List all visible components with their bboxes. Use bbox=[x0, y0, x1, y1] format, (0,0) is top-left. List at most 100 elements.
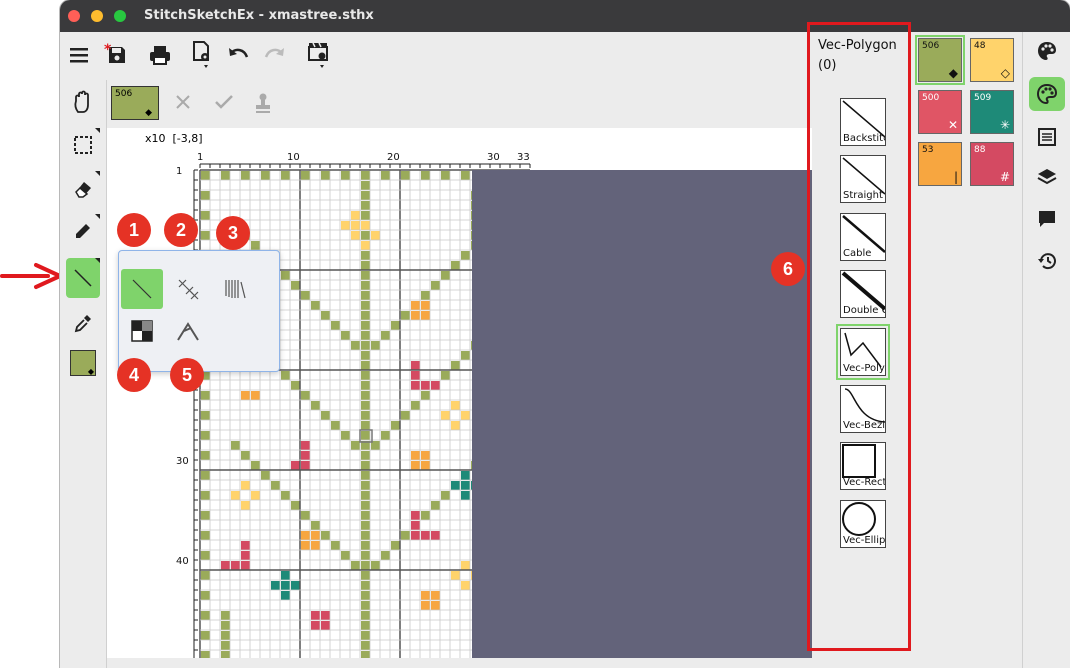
left-tick-label: 40 bbox=[176, 556, 189, 567]
stitch-cell bbox=[361, 231, 370, 240]
top-tick-label: 1 bbox=[197, 152, 203, 163]
current-color-chip[interactable]: 506 ◆ bbox=[111, 86, 159, 120]
layers-icon[interactable] bbox=[1029, 160, 1065, 194]
color-swatch-88[interactable]: 88 # bbox=[970, 142, 1014, 186]
zoom-window-button[interactable] bbox=[114, 10, 126, 22]
stitch-cell bbox=[431, 281, 440, 290]
menu-icon[interactable] bbox=[64, 40, 94, 70]
submenu-indicator-icon bbox=[95, 258, 100, 263]
eraser-tool-icon[interactable] bbox=[66, 171, 100, 205]
callout-badge-4: 4 bbox=[117, 358, 151, 392]
stitch-cell bbox=[221, 621, 230, 630]
stitch-cell bbox=[361, 521, 370, 530]
stitch-cell bbox=[411, 301, 420, 310]
stitch-cell bbox=[361, 211, 370, 220]
stitch-cell bbox=[461, 351, 470, 360]
cross-stitch-line-tool-icon[interactable] bbox=[167, 269, 209, 309]
file-settings-icon[interactable] bbox=[188, 40, 218, 70]
stitch-cell bbox=[361, 581, 370, 590]
list-icon[interactable] bbox=[1029, 120, 1065, 154]
stitch-cell bbox=[201, 491, 210, 500]
stamp-icon[interactable] bbox=[253, 92, 273, 118]
line-tool-icon[interactable] bbox=[66, 258, 100, 298]
checker-fill-tool-icon[interactable] bbox=[121, 311, 163, 351]
stitch-cell bbox=[401, 411, 410, 420]
confirm-icon[interactable] bbox=[213, 92, 235, 116]
cancel-icon[interactable] bbox=[173, 92, 193, 116]
stitch-cell bbox=[361, 631, 370, 640]
save-icon[interactable]: * bbox=[102, 40, 132, 70]
stitch-cell bbox=[311, 541, 320, 550]
stitch-cell bbox=[301, 171, 310, 180]
stitch-cell bbox=[381, 431, 390, 440]
stitch-cell bbox=[231, 441, 240, 450]
stitch-cell bbox=[361, 361, 370, 370]
stitch-cell bbox=[221, 171, 230, 180]
history-icon[interactable] bbox=[1029, 244, 1065, 278]
color-swatch-53[interactable]: 53 | bbox=[918, 142, 962, 186]
close-window-button[interactable] bbox=[68, 10, 80, 22]
stitch-cell bbox=[371, 231, 380, 240]
stitch-cell bbox=[421, 461, 430, 470]
stitch-cell bbox=[361, 431, 370, 440]
palette-outline-icon[interactable] bbox=[1029, 77, 1065, 111]
stitch-cell bbox=[241, 391, 250, 400]
main-toolbar: * bbox=[60, 32, 810, 81]
color-swatch-48[interactable]: 48 ◇ bbox=[970, 38, 1014, 82]
stitch-cell bbox=[411, 451, 420, 460]
stitch-cell bbox=[351, 561, 360, 570]
stitch-cell bbox=[361, 311, 370, 320]
stitch-cell bbox=[361, 561, 370, 570]
swatch-number: 500 bbox=[922, 93, 940, 103]
current-color-number: 506 bbox=[115, 89, 133, 99]
print-icon[interactable] bbox=[145, 40, 175, 70]
stitch-cell bbox=[421, 451, 430, 460]
branch-line-tool-icon[interactable] bbox=[167, 311, 209, 351]
stitch-cell bbox=[421, 531, 430, 540]
satin-line-tool-icon[interactable] bbox=[213, 269, 255, 309]
stitch-cell bbox=[291, 461, 300, 470]
redo-icon[interactable] bbox=[260, 40, 290, 70]
top-tick-label: 20 bbox=[387, 152, 400, 163]
stitch-cell bbox=[361, 221, 370, 230]
stitch-cell bbox=[461, 251, 470, 260]
stitch-cell bbox=[351, 221, 360, 230]
left-tick-label: 1 bbox=[176, 166, 182, 177]
straight-line-tool-icon[interactable] bbox=[121, 269, 163, 309]
color-swatch-506[interactable]: 506 ◆ bbox=[915, 35, 965, 85]
stitch-cell bbox=[241, 541, 250, 550]
current-color-swatch[interactable]: ◆ bbox=[66, 346, 100, 380]
pencil-tool-icon[interactable] bbox=[66, 214, 100, 248]
stitch-cell bbox=[261, 171, 270, 180]
stitch-cell bbox=[201, 531, 210, 540]
stitch-cell bbox=[451, 401, 460, 410]
palette-icon[interactable] bbox=[1029, 34, 1065, 68]
undo-icon[interactable] bbox=[223, 40, 253, 70]
movie-settings-icon[interactable] bbox=[304, 40, 334, 70]
stitch-cell bbox=[201, 391, 210, 400]
stitch-cell bbox=[361, 321, 370, 330]
comment-icon[interactable] bbox=[1029, 202, 1065, 236]
hand-tool-icon[interactable] bbox=[66, 85, 100, 119]
stitch-cell bbox=[421, 291, 430, 300]
stitch-cell bbox=[381, 551, 390, 560]
select-tool-icon[interactable] bbox=[66, 128, 100, 162]
minimize-window-button[interactable] bbox=[91, 10, 103, 22]
stitch-cell bbox=[311, 531, 320, 540]
title-bar: StitchSketchEx - xmastree.sthx bbox=[60, 0, 1070, 32]
stitch-cell bbox=[321, 611, 330, 620]
stitch-cell bbox=[311, 301, 320, 310]
stitch-cell bbox=[411, 381, 420, 390]
stitch-cell bbox=[361, 281, 370, 290]
stitch-cell bbox=[431, 501, 440, 510]
color-swatch-500[interactable]: 500 ✕ bbox=[918, 90, 962, 134]
stitch-cell bbox=[361, 291, 370, 300]
stitch-cell bbox=[201, 191, 210, 200]
stitch-cell bbox=[361, 301, 370, 310]
swatch-symbol: # bbox=[999, 170, 1010, 184]
color-swatch-509[interactable]: 509 ✳ bbox=[970, 90, 1014, 134]
stitch-cell bbox=[361, 531, 370, 540]
stitch-cell bbox=[291, 281, 300, 290]
eyedropper-tool-icon[interactable] bbox=[66, 306, 100, 340]
callout-badge-5: 5 bbox=[170, 358, 204, 392]
